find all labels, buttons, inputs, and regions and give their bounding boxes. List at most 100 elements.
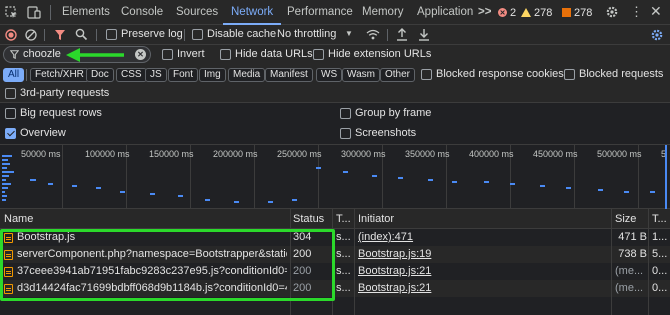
- overview-request-bar: [624, 191, 629, 193]
- column-header-status[interactable]: Status: [293, 209, 329, 229]
- green-arrow-annotation: [66, 48, 124, 62]
- tab-performance[interactable]: Performance: [287, 0, 353, 25]
- close-devtools-icon[interactable]: ✕: [650, 4, 662, 18]
- request-time: 5...: [652, 248, 668, 260]
- column-divider[interactable]: [354, 209, 355, 315]
- overview-request-bar: [510, 183, 515, 185]
- type-filter-manifest[interactable]: Manifest: [265, 68, 313, 82]
- type-filter-doc[interactable]: Doc: [86, 68, 114, 82]
- overview-request-bar: [2, 187, 8, 189]
- big-request-rows-checkbox[interactable]: [5, 108, 16, 119]
- overview-request-bar: [428, 179, 433, 181]
- network-conditions-wifi-icon[interactable]: [366, 28, 380, 41]
- overview-request-bar: [650, 191, 655, 193]
- overview-tick-label: 300000 ms: [341, 149, 386, 159]
- overview-request-bar: [48, 183, 53, 185]
- type-filter-css[interactable]: CSS: [116, 68, 147, 82]
- request-initiator-link[interactable]: (index):471: [358, 229, 608, 246]
- type-filter-media[interactable]: Media: [228, 68, 266, 82]
- overview-request-bar: [72, 185, 77, 187]
- column-header-size[interactable]: Size: [615, 209, 645, 229]
- overview-request-bar: [598, 189, 603, 191]
- column-header-time[interactable]: T...: [652, 209, 670, 229]
- inspect-element-icon[interactable]: [5, 6, 18, 19]
- disable-cache-checkbox[interactable]: [192, 29, 203, 40]
- device-toolbar-icon[interactable]: [27, 6, 41, 19]
- overview-request-bar: [178, 195, 183, 197]
- invert-checkbox[interactable]: [162, 49, 173, 60]
- issues-count-badge[interactable]: 278: [562, 0, 592, 25]
- record-stop-icon[interactable]: [5, 29, 17, 41]
- hide-extension-urls-checkbox[interactable]: [313, 49, 324, 60]
- tab-elements[interactable]: Elements: [62, 0, 110, 25]
- type-filter-img[interactable]: Img: [199, 68, 226, 82]
- column-header-initiator[interactable]: Initiator: [358, 209, 608, 229]
- more-options-icon[interactable]: ⋮: [630, 5, 643, 18]
- group-by-frame-checkbox[interactable]: [340, 108, 351, 119]
- network-overview-timeline[interactable]: 50000 ms 100000 ms 150000 ms 200000 ms 2…: [0, 145, 670, 209]
- column-header-name[interactable]: Name: [4, 209, 284, 229]
- request-size: (me...: [615, 282, 644, 294]
- tab-divider: [50, 5, 51, 20]
- error-count-badge[interactable]: ✕ 2: [498, 0, 516, 25]
- overview-label: Overview: [20, 127, 66, 139]
- request-initiator-link[interactable]: Bootstrap.js:21: [358, 280, 608, 297]
- warning-icon: [521, 8, 531, 17]
- blocked-response-cookies-checkbox[interactable]: [421, 69, 432, 80]
- type-filter-js[interactable]: JS: [145, 68, 167, 82]
- search-icon[interactable]: [75, 28, 88, 41]
- tab-sources[interactable]: Sources: [176, 0, 218, 25]
- request-time: 0...: [652, 282, 668, 294]
- overview-request-bar: [343, 171, 348, 173]
- type-filter-fetch-xhr[interactable]: Fetch/XHR: [30, 68, 89, 82]
- type-filter-wasm[interactable]: Wasm: [342, 68, 380, 82]
- request-time: 0...: [652, 265, 668, 277]
- type-filter-all[interactable]: All: [3, 68, 25, 82]
- tab-memory[interactable]: Memory: [362, 0, 404, 25]
- hide-data-urls-checkbox[interactable]: [220, 49, 231, 60]
- column-divider[interactable]: [648, 209, 649, 315]
- third-party-requests-checkbox[interactable]: [5, 88, 16, 99]
- tab-console[interactable]: Console: [121, 0, 163, 25]
- type-filter-ws[interactable]: WS: [316, 68, 343, 82]
- clear-log-icon[interactable]: [25, 29, 37, 41]
- big-request-rows-label: Big request rows: [20, 107, 102, 119]
- blocked-requests-checkbox[interactable]: [564, 69, 575, 80]
- chevron-down-icon[interactable]: ▼: [345, 29, 353, 38]
- request-initiator-link[interactable]: Bootstrap.js:21: [358, 263, 608, 280]
- overview-request-bar: [2, 159, 8, 161]
- overview-request-bar: [566, 187, 571, 189]
- toolbar-divider: [184, 29, 185, 41]
- overview-request-bar: [96, 187, 101, 189]
- column-divider[interactable]: [611, 209, 612, 315]
- screenshots-checkbox[interactable]: [340, 128, 351, 139]
- filter-funnel-icon[interactable]: [54, 29, 66, 41]
- overview-request-bar: [398, 177, 403, 179]
- import-har-upload-icon[interactable]: [396, 28, 408, 41]
- preserve-log-checkbox[interactable]: [106, 29, 117, 40]
- tab-application[interactable]: Application: [417, 0, 473, 25]
- screenshots-label: Screenshots: [355, 127, 417, 139]
- request-table-header: Name Status T... Initiator Size T...: [0, 209, 670, 229]
- request-type: s...: [336, 282, 351, 294]
- network-settings-gear-icon[interactable]: [650, 28, 664, 42]
- request-size: (me...: [615, 265, 644, 277]
- chip-divider: [26, 69, 27, 81]
- clear-filter-icon[interactable]: ✕: [135, 49, 146, 60]
- warning-count-badge[interactable]: 278: [521, 0, 552, 25]
- overview-request-bar: [316, 167, 321, 169]
- type-filter-font[interactable]: Font: [168, 68, 199, 82]
- group-by-frame-label: Group by frame: [355, 107, 432, 119]
- column-header-type[interactable]: T...: [336, 209, 352, 229]
- type-filter-other[interactable]: Other: [380, 68, 416, 82]
- tab-network[interactable]: Network: [223, 0, 282, 25]
- overview-tick-label: 500000 ms: [597, 149, 642, 159]
- settings-gear-icon[interactable]: [605, 5, 619, 19]
- filter-input[interactable]: choozle: [23, 48, 61, 60]
- more-tabs-button[interactable]: >>: [478, 0, 491, 25]
- throttling-select[interactable]: No throttling: [277, 28, 336, 40]
- request-initiator-link[interactable]: Bootstrap.js:19: [358, 246, 608, 263]
- overview-checkbox[interactable]: [5, 128, 16, 139]
- export-har-download-icon[interactable]: [418, 28, 430, 41]
- preserve-log-label: Preserve log: [121, 28, 183, 40]
